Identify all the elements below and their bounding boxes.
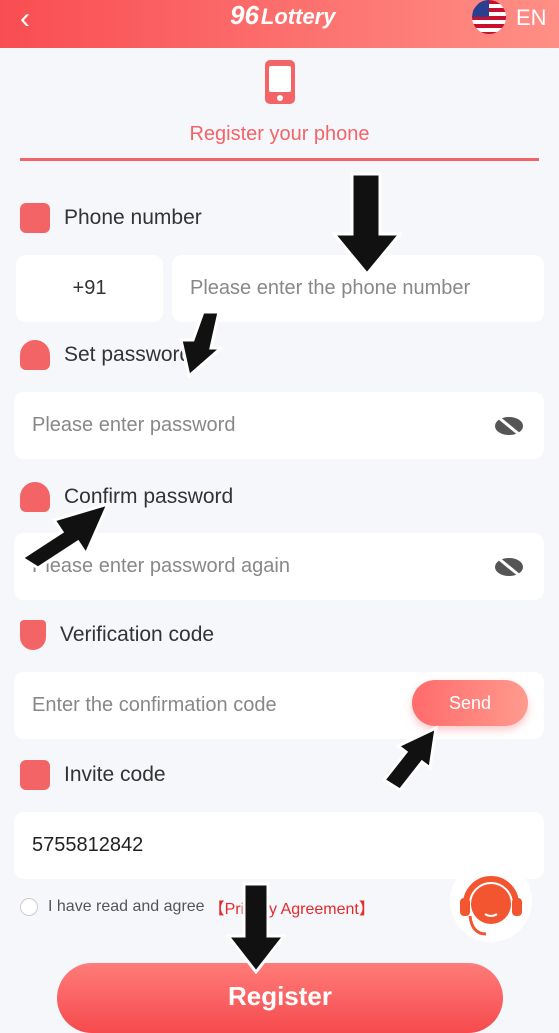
tab-underline — [20, 158, 539, 161]
password-label-text: Set password — [64, 343, 192, 366]
headset-agent-icon — [460, 876, 522, 936]
language-selector[interactable]: EN — [516, 5, 547, 31]
lock-icon — [20, 340, 50, 370]
phone-label-text: Phone number — [64, 206, 202, 229]
register-phone-tab[interactable]: Register your phone — [0, 48, 559, 146]
us-flag-icon[interactable] — [472, 0, 506, 34]
password-label: Set password — [20, 340, 191, 370]
tab-title: Register your phone — [189, 123, 370, 145]
agreement-row: I have read and agree 【Privacy Agreement… — [20, 895, 375, 919]
logo-text: Lottery — [260, 4, 336, 29]
arrow-up-right-icon — [19, 501, 111, 570]
invite-label-text: Invite code — [64, 763, 166, 786]
send-code-button[interactable]: Send — [412, 680, 528, 726]
invite-icon — [20, 760, 50, 790]
header: ‹ 96Lottery EN — [0, 0, 559, 48]
arrow-down-icon — [226, 882, 286, 974]
arrow-down-icon — [179, 310, 225, 378]
country-code-select[interactable]: +91 — [16, 255, 163, 322]
phone-label: Phone number — [20, 203, 202, 233]
shield-icon — [20, 620, 46, 650]
customer-support-button[interactable] — [450, 860, 532, 942]
back-chevron-icon[interactable]: ‹ — [20, 2, 30, 36]
password-input[interactable]: Please enter password — [14, 392, 544, 459]
phone-icon — [20, 203, 50, 233]
verification-label: Verification code — [20, 620, 214, 650]
agree-radio[interactable] — [20, 898, 38, 916]
eye-off-icon[interactable] — [494, 556, 524, 578]
smartphone-icon — [264, 60, 295, 104]
verification-label-text: Verification code — [60, 623, 215, 646]
verification-placeholder: Enter the confirmation code — [32, 694, 277, 716]
agree-text: I have read and agree — [48, 898, 205, 915]
eye-off-icon[interactable] — [494, 415, 524, 437]
password-placeholder: Please enter password — [32, 414, 236, 436]
logo: 96Lottery — [230, 0, 335, 31]
invite-label: Invite code — [20, 760, 166, 790]
logo-mark: 96 — [230, 0, 259, 30]
arrow-up-right-icon — [381, 725, 438, 792]
arrow-down-icon — [332, 172, 402, 276]
